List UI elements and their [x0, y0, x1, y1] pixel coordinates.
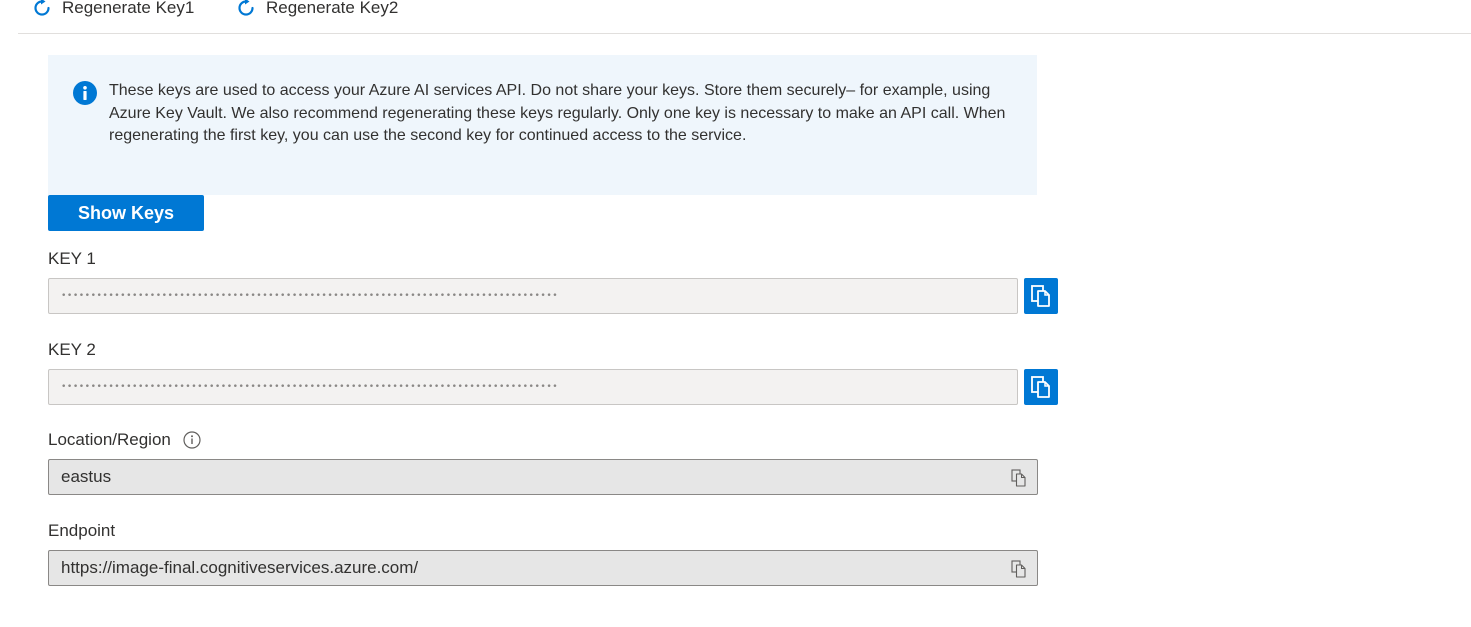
key2-masked-value: ••••••••••••••••••••••••••••••••••••••••…: [61, 382, 559, 392]
key1-label: KEY 1: [48, 249, 96, 269]
key2-field[interactable]: ••••••••••••••••••••••••••••••••••••••••…: [48, 369, 1018, 405]
info-circle-icon[interactable]: [183, 431, 201, 449]
keys-and-endpoint-page: Regenerate Key1 Regenerate Key2 These ke…: [0, 0, 1471, 627]
key1-label-text: KEY 1: [48, 249, 96, 268]
copy-icon[interactable]: [1011, 560, 1027, 578]
refresh-icon: [236, 0, 256, 18]
key1-field[interactable]: ••••••••••••••••••••••••••••••••••••••••…: [48, 278, 1018, 314]
location-label: Location/Region: [48, 430, 201, 450]
copy-key1-button[interactable]: [1024, 278, 1058, 314]
info-icon: [73, 81, 97, 105]
location-value: eastus: [61, 467, 112, 486]
refresh-icon: [32, 0, 52, 18]
copy-key2-button[interactable]: [1024, 369, 1058, 405]
key1-masked-value: ••••••••••••••••••••••••••••••••••••••••…: [61, 291, 559, 301]
command-bar: Regenerate Key1 Regenerate Key2: [0, 0, 1471, 33]
copy-icon: [1030, 375, 1052, 399]
regenerate-key1-label: Regenerate Key1: [62, 0, 195, 17]
regenerate-key2-button[interactable]: Regenerate Key2: [236, 0, 398, 22]
info-banner: These keys are used to access your Azure…: [48, 55, 1037, 195]
endpoint-value: https://image-final.cognitiveservices.az…: [61, 558, 419, 577]
location-field[interactable]: eastus: [48, 459, 1038, 495]
toolbar-divider: [18, 33, 1471, 34]
endpoint-field[interactable]: https://image-final.cognitiveservices.az…: [48, 550, 1038, 586]
info-banner-text: These keys are used to access your Azure…: [109, 82, 1006, 144]
endpoint-label-text: Endpoint: [48, 521, 116, 540]
key2-label: KEY 2: [48, 340, 96, 360]
show-keys-button[interactable]: Show Keys: [48, 195, 204, 231]
copy-icon: [1030, 284, 1052, 308]
key2-label-text: KEY 2: [48, 340, 96, 359]
endpoint-label: Endpoint: [48, 521, 115, 541]
regenerate-key1-button[interactable]: Regenerate Key1: [32, 0, 194, 22]
copy-icon[interactable]: [1011, 469, 1027, 487]
regenerate-key2-label: Regenerate Key2: [266, 0, 399, 17]
location-label-text: Location/Region: [48, 430, 171, 449]
